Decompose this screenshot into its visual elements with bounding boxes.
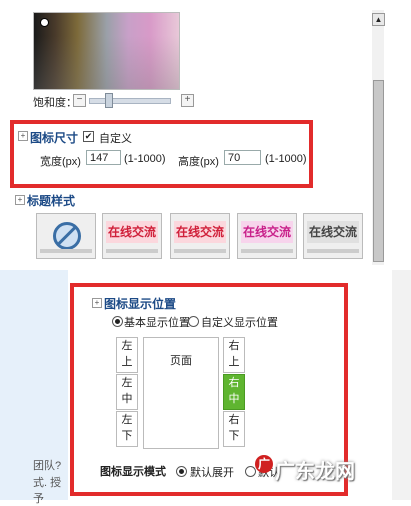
title-style-title: 标题样式: [27, 194, 76, 208]
scrollbar-thumb[interactable]: [373, 80, 384, 262]
mode-other-radio[interactable]: [245, 466, 256, 477]
saturation-slider-handle[interactable]: [105, 93, 113, 108]
basic-position-radio[interactable]: [112, 316, 123, 327]
saturation-decrease-button[interactable]: −: [73, 94, 86, 107]
style-option-label: 在线交流: [106, 221, 158, 243]
saturation-label: 饱和度：: [33, 97, 77, 109]
style-option-4[interactable]: 在线交流: [303, 213, 363, 259]
style-option-3[interactable]: 在线交流: [237, 213, 297, 259]
no-style-icon: [53, 222, 81, 250]
style-option-label: 在线交流: [174, 221, 226, 243]
custom-position-label: 自定义显示位置: [201, 317, 278, 329]
saturation-slider-track[interactable]: [89, 98, 171, 104]
watermark-logo-icon: 广: [255, 455, 273, 473]
position-left-bottom[interactable]: 左 下: [116, 411, 138, 447]
width-input[interactable]: 147: [86, 150, 121, 165]
position-right-bottom[interactable]: 右 下: [223, 411, 245, 447]
style-option-none[interactable]: [36, 213, 96, 259]
display-position-title: 图标显示位置: [104, 297, 177, 311]
right-scroll-area[interactable]: [392, 270, 411, 500]
mode-expand-label: 默认展开: [190, 467, 234, 479]
expand-icon[interactable]: +: [92, 298, 102, 308]
custom-position-radio[interactable]: [188, 316, 199, 327]
position-right-middle[interactable]: 右 中: [223, 374, 245, 410]
scroll-up-arrow-icon[interactable]: ▲: [372, 13, 385, 26]
custom-size-label: 自定义: [99, 133, 132, 145]
height-label: 高度(px): [178, 156, 219, 168]
mode-expand-radio[interactable]: [176, 466, 187, 477]
left-text-1: 团队?: [33, 460, 62, 472]
icon-size-title: 图标尺寸: [30, 131, 79, 145]
custom-size-checkbox[interactable]: ✔: [83, 131, 94, 142]
basic-position-label: 基本显示位置: [124, 317, 190, 329]
height-input[interactable]: 70: [224, 150, 261, 165]
page-preview: 页面: [143, 337, 219, 449]
page-label: 页面: [170, 355, 192, 367]
color-picker[interactable]: [33, 12, 180, 90]
expand-icon[interactable]: +: [15, 195, 25, 205]
saturation-row: 饱和度： − +: [33, 93, 203, 109]
left-text-2: 式. 授予: [33, 477, 62, 505]
appearance-settings-panel: 饱和度： − + ▲ + 图标尺寸 ✔ 自定义 宽度(px) 147 (1-10…: [0, 0, 385, 268]
position-right-top[interactable]: 右 上: [223, 337, 245, 373]
width-range-label: (1-1000): [124, 153, 166, 165]
style-option-label: 在线交流: [307, 221, 359, 243]
display-mode-label: 图标显示模式: [100, 466, 166, 478]
watermark-text: 广东龙网: [275, 459, 355, 483]
style-option-1[interactable]: 在线交流: [102, 213, 162, 259]
saturation-increase-button[interactable]: +: [181, 94, 194, 107]
style-option-label: 在线交流: [241, 221, 293, 243]
width-label: 宽度(px): [40, 156, 81, 168]
style-option-2[interactable]: 在线交流: [170, 213, 230, 259]
position-left-middle[interactable]: 左 中: [116, 374, 138, 410]
height-range-label: (1-1000): [265, 153, 307, 165]
expand-icon[interactable]: +: [18, 131, 28, 141]
color-picker-cursor[interactable]: [40, 18, 49, 27]
position-left-top[interactable]: 左 上: [116, 337, 138, 373]
left-sidebar: 团队? 式. 授予: [0, 270, 68, 505]
